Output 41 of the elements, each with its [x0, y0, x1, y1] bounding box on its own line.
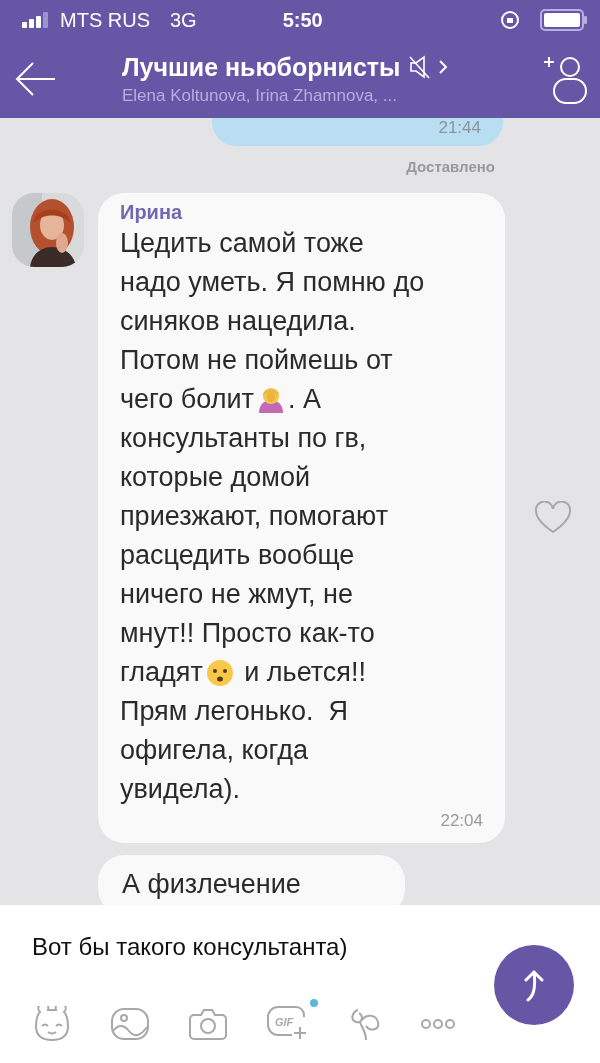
message-text: мнут!! Просто как-то: [120, 618, 375, 649]
message-text: А физлечение: [122, 869, 301, 899]
message-text: гладят: [120, 657, 203, 688]
network-type: 3G: [170, 8, 197, 32]
sender-name: Ирина: [120, 201, 184, 224]
delivery-status: Доставлено: [406, 158, 495, 175]
rotation-lock-icon: [500, 10, 520, 30]
chat-title[interactable]: Лучшие ньюборнисты: [122, 52, 401, 82]
message-text: консультанты по гв,: [120, 423, 367, 454]
message-text: ничего не жмут, не: [120, 579, 353, 610]
message-time: 21:44: [438, 118, 481, 138]
message-text: чего болит: [120, 384, 254, 415]
message-text: которые домой: [120, 462, 310, 493]
message-text: Потом не поймешь от: [120, 345, 393, 376]
message-text: Прям легонько. Я: [120, 696, 348, 727]
message-text: . А: [287, 384, 321, 415]
message-text: приезжают, помогают: [120, 501, 389, 532]
doodle-icon[interactable]: [348, 1006, 382, 1042]
more-icon[interactable]: [420, 1018, 456, 1030]
add-person-icon[interactable]: [542, 54, 588, 104]
message-text: и льется!!: [243, 657, 366, 688]
message-time: 22:04: [440, 811, 483, 831]
back-arrow-icon[interactable]: [14, 61, 56, 97]
chevron-right-icon: [438, 59, 449, 75]
worried-emoji-icon: [204, 657, 235, 688]
participants-list: Elena Koltunova, Irina Zhamnova, ...: [122, 85, 397, 106]
message-input-field[interactable]: Вот бы такого консультанта): [32, 933, 452, 961]
message-text: офигела, когда: [120, 735, 308, 766]
message-text: надо уметь. Я помню до: [120, 267, 425, 298]
message-text: увидела).: [120, 774, 241, 805]
battery-icon: [540, 9, 588, 31]
camera-icon[interactable]: [188, 1007, 228, 1041]
image-icon[interactable]: [110, 1007, 150, 1041]
carrier-name: MTS RUS: [60, 8, 150, 32]
message-text: расцедить вообще: [120, 540, 355, 571]
heart-icon[interactable]: [533, 501, 572, 535]
message-text: Цедить самой тоже: [120, 228, 364, 259]
send-arrow-icon: [522, 968, 546, 1002]
clock-time: 5:50: [282, 8, 323, 32]
message-text: синяков нацедила.: [120, 306, 356, 337]
bear-sticker-icon[interactable]: [32, 1006, 72, 1042]
